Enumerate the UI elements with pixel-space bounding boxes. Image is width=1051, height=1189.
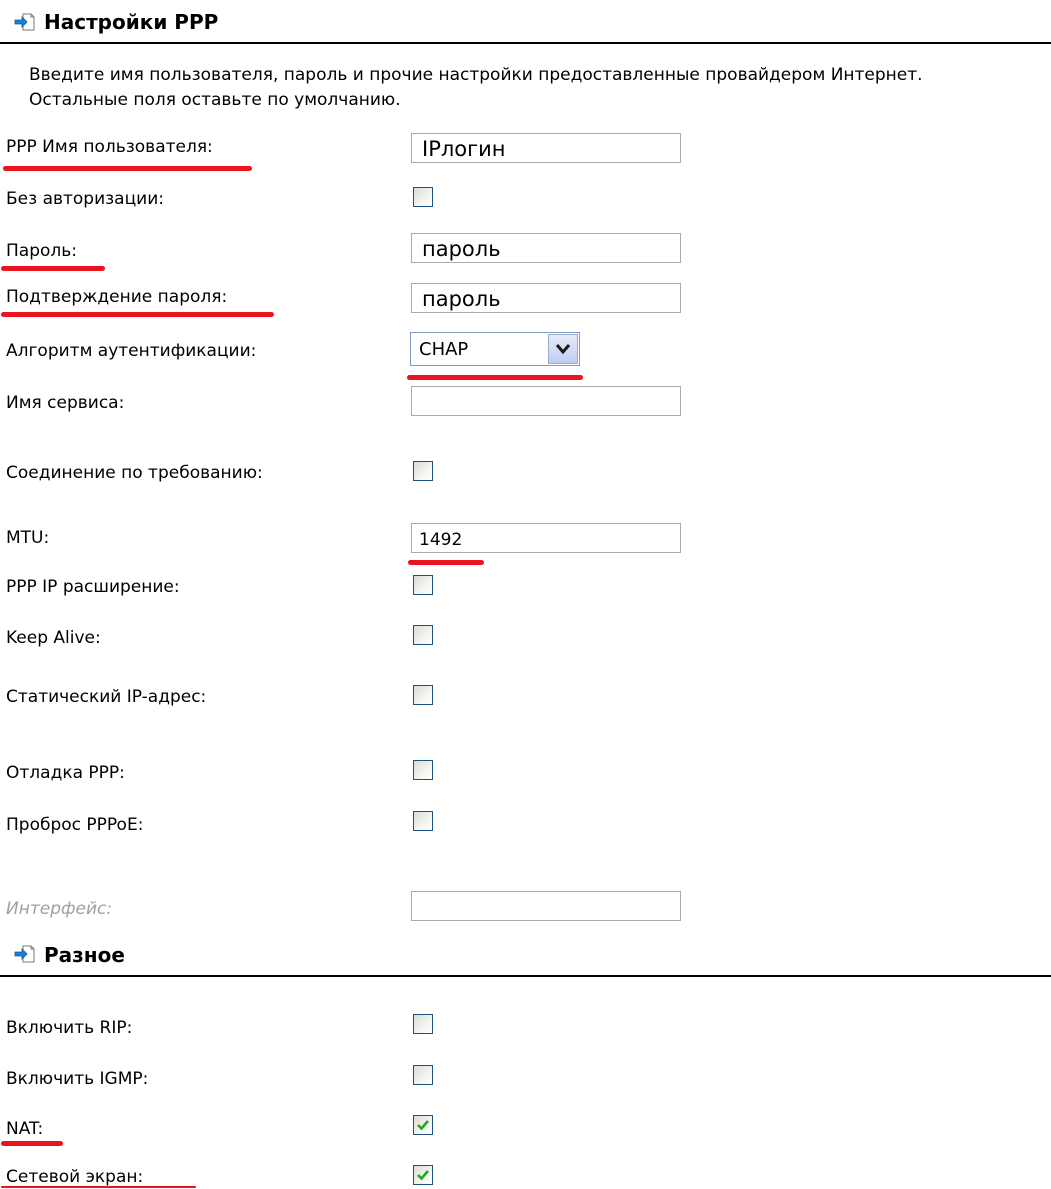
ip-extension-label: PPP IP расширение: [6,577,180,597]
username-input[interactable]: IPлогин [411,133,681,163]
confirm-password-input[interactable]: пароль [411,283,681,313]
igmp-label: Включить IGMP: [6,1069,149,1089]
arrow-into-page-icon [14,944,36,964]
ppp-section-header: Настройки PPP [0,0,1051,46]
on-demand-label: Соединение по требованию: [6,463,263,483]
username-highlight [3,166,252,171]
confirm-password-highlight [1,312,274,317]
auth-algorithm-label: Алгоритм аутентификации: [6,341,257,361]
section-divider [0,975,1051,977]
section-divider [0,42,1051,44]
firewall-highlight [1,1186,196,1188]
chevron-down-icon[interactable] [548,334,578,364]
checkmark-icon [417,1120,429,1131]
on-demand-checkbox[interactable] [413,461,433,481]
static-ip-label: Статический IP-адрес: [6,687,207,707]
password-input[interactable]: пароль [411,233,681,263]
igmp-checkbox[interactable] [413,1065,433,1085]
nat-checkbox[interactable] [413,1115,433,1135]
service-name-input[interactable] [411,386,681,416]
ppp-debug-checkbox[interactable] [413,760,433,780]
mtu-highlight [408,560,484,565]
firewall-checkbox[interactable] [413,1165,433,1185]
password-highlight [1,266,105,271]
checkmark-icon [417,1170,429,1181]
nat-highlight [1,1141,63,1146]
nat-label: NAT: [6,1119,44,1139]
interface-label: Интерфейс: [6,899,113,919]
firewall-label: Сетевой экран: [6,1167,144,1187]
ip-extension-checkbox[interactable] [413,575,433,595]
auth-algorithm-select[interactable]: CHAP [410,332,580,366]
pppoe-passthrough-label: Проброс PPPoE: [6,815,144,835]
interface-input[interactable] [411,891,681,921]
no-auth-label-text: Без авторизации: [6,189,164,209]
rip-label: Включить RIP: [6,1018,133,1038]
pppoe-passthrough-checkbox[interactable] [413,811,433,831]
rip-checkbox[interactable] [413,1014,433,1034]
static-ip-checkbox[interactable] [413,685,433,705]
service-name-label: Имя сервиса: [6,393,125,413]
intro-text-line-1: Введите имя пользователя, пароль и прочи… [29,65,923,85]
password-label: Пароль: [6,241,78,261]
ppp-debug-label: Отладка PPP: [6,763,125,783]
misc-section-header: Разное [0,932,1051,978]
intro-text-line-2: Остальные поля оставьте по умолчанию. [29,90,401,110]
arrow-into-page-icon [14,12,36,32]
no-auth-checkbox[interactable] [413,187,433,207]
keep-alive-label: Keep Alive: [6,628,101,648]
mtu-input[interactable]: 1492 [411,523,681,553]
misc-section-title: Разное [44,943,125,967]
mtu-label: MTU: [6,528,50,548]
auth-algorithm-highlight [407,375,583,380]
keep-alive-checkbox[interactable] [413,625,433,645]
auth-algorithm-value: CHAP [419,339,469,360]
username-label: PPP Имя пользователя: [6,137,213,157]
confirm-password-label: Подтверждение пароля: [6,287,228,307]
page-title: Настройки PPP [44,10,219,34]
